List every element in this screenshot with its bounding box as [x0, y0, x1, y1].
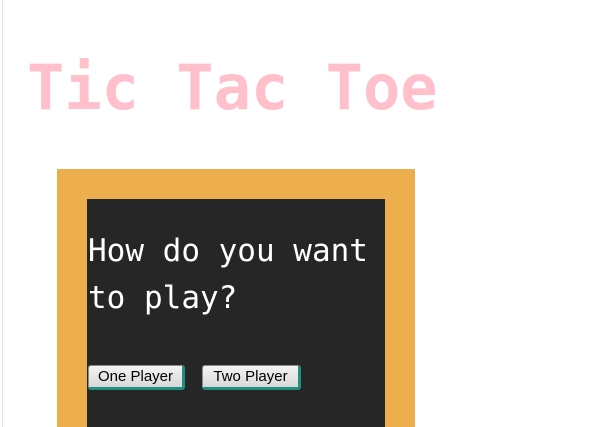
game-title: Tic Tac Toe — [27, 51, 438, 124]
two-player-button[interactable]: Two Player — [202, 365, 301, 390]
mode-prompt: How do you want to play? — [88, 233, 368, 316]
page-left-border — [2, 0, 3, 427]
one-player-button[interactable]: One Player — [88, 365, 185, 390]
